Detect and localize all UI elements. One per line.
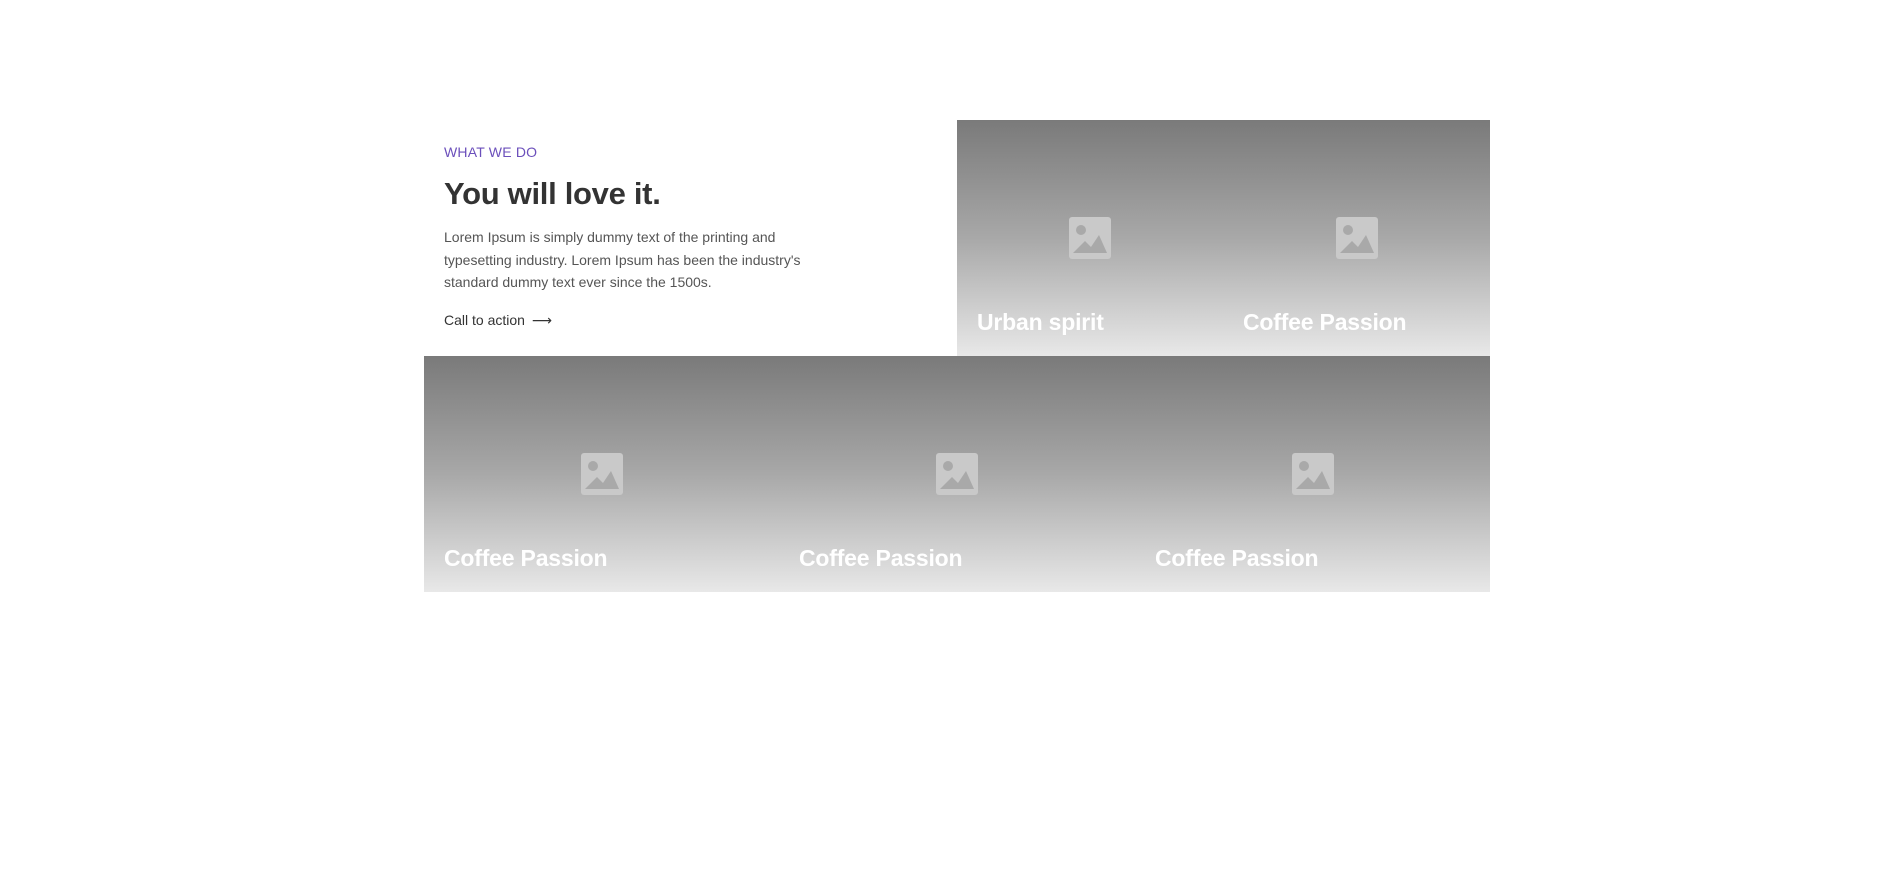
image-placeholder-icon [1335,217,1378,259]
section-eyebrow: WHAT WE DO [444,144,538,160]
tile-urban-spirit[interactable]: Urban spirit [957,120,1223,356]
tile-coffee-passion[interactable]: Coffee Passion [1223,120,1490,356]
intro-block: WHAT WE DO You will love it. Lorem Ipsum… [424,120,957,356]
tile-title: Urban spirit [977,309,1104,335]
section-description: Lorem Ipsum is simply dummy text of the … [444,229,801,290]
tile-title: Coffee Passion [1243,309,1407,335]
cta-label: Call to action [444,311,525,328]
image-placeholder-icon [1291,453,1334,495]
call-to-action-link[interactable]: Call to action ⟶ [444,310,552,330]
tile-coffee-passion[interactable]: Coffee Passion [779,356,1135,592]
image-placeholder-icon [936,453,978,495]
section-heading: You will love it. [444,176,661,211]
tile-coffee-passion[interactable]: Coffee Passion [424,356,779,592]
image-placeholder-icon [1069,217,1111,259]
arrow-right-icon: ⟶ [531,311,552,328]
image-placeholder-icon [580,453,623,495]
tile-title: Coffee Passion [799,545,963,571]
what-we-do-section: WHAT WE DO You will love it. Lorem Ipsum… [424,120,1490,592]
tile-title: Coffee Passion [444,545,608,571]
tile-title: Coffee Passion [1155,545,1319,571]
tile-coffee-passion[interactable]: Coffee Passion [1135,356,1490,592]
